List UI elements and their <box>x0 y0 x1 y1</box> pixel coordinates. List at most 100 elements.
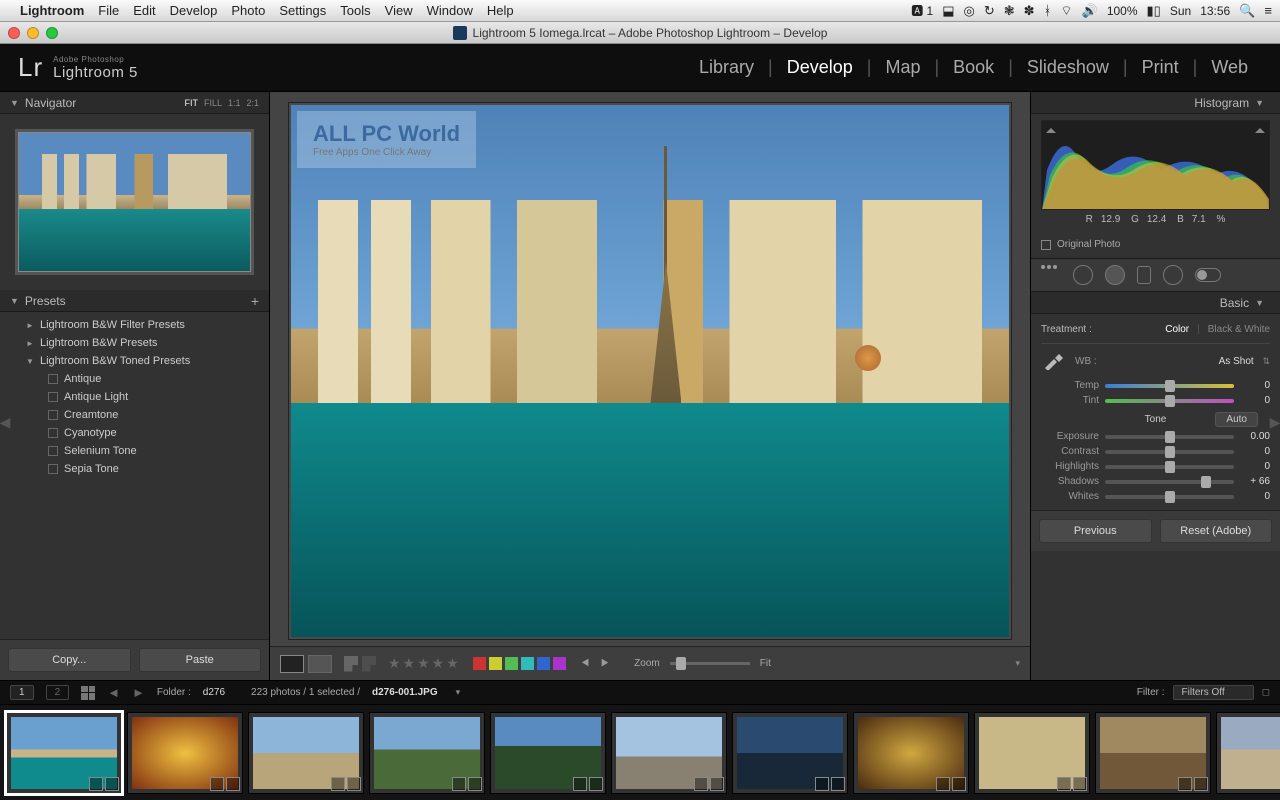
filmstrip[interactable] <box>0 704 1280 800</box>
disclosure-triangle-icon[interactable]: ▼ <box>10 98 19 108</box>
presets-header[interactable]: ▼ Presets + <box>0 290 269 312</box>
slider-shadows[interactable]: Shadows+ 66 <box>1041 474 1270 489</box>
toolbar-chevron-icon[interactable]: ▾ <box>1015 658 1020 669</box>
thumbnail[interactable] <box>6 712 122 794</box>
volume-icon[interactable]: 🔊 <box>1082 3 1098 19</box>
wb-dropdown[interactable]: As Shot ⇅ <box>1219 356 1270 367</box>
menubar-app-name[interactable]: Lightroom <box>20 3 84 18</box>
thumbnail[interactable] <box>248 712 364 794</box>
preset-group[interactable]: ▼Lightroom B&W Toned Presets <box>0 352 269 370</box>
battery-icon[interactable]: ▮▯ <box>1147 3 1161 19</box>
close-window-button[interactable] <box>8 27 20 39</box>
current-filename[interactable]: d276-001.JPG <box>372 687 438 698</box>
menu-view[interactable]: View <box>385 3 413 18</box>
adobe-badge-icon[interactable]: 🅰 1 <box>911 2 933 19</box>
zoom-window-button[interactable] <box>46 27 58 39</box>
notifications-icon[interactable]: ≡ <box>1264 3 1272 18</box>
slider-exposure[interactable]: Exposure0.00 <box>1041 429 1270 444</box>
treatment-color[interactable]: Color <box>1165 324 1189 335</box>
radial-filter-icon[interactable] <box>1163 265 1183 285</box>
minimize-window-button[interactable] <box>27 27 39 39</box>
original-photo-checkbox[interactable]: Original Photo <box>1031 235 1280 258</box>
thumbnail[interactable] <box>369 712 485 794</box>
preset-group[interactable]: ►Lightroom B&W Presets <box>0 334 269 352</box>
folder-value[interactable]: d276 <box>203 687 225 698</box>
next-photo-arrow[interactable]: ⯈ <box>597 655 612 672</box>
disclosure-triangle-icon[interactable]: ▼ <box>1255 298 1264 308</box>
slider-temp[interactable]: Temp0 <box>1041 378 1270 393</box>
filter-lock-icon[interactable]: ◻ <box>1262 687 1270 698</box>
module-slideshow[interactable]: Slideshow <box>1013 57 1123 78</box>
forward-arrow-icon[interactable]: ► <box>132 685 145 700</box>
loupe-view-button[interactable] <box>280 655 304 673</box>
disclosure-triangle-icon[interactable]: ▼ <box>1255 98 1264 108</box>
zoom-FIT[interactable]: FIT <box>184 98 198 108</box>
histogram-display[interactable] <box>1041 120 1270 210</box>
rating-stars[interactable]: ★★★★★ <box>388 655 461 672</box>
menu-develop[interactable]: Develop <box>170 3 218 18</box>
color-label-chip[interactable] <box>473 657 486 670</box>
spot-removal-icon[interactable] <box>1073 265 1093 285</box>
photo-canvas[interactable]: ALL PC World Free Apps One Click Away <box>288 102 1012 640</box>
pick-flag-icon[interactable] <box>344 656 358 672</box>
prev-photo-arrow[interactable]: ⯇ <box>578 655 593 672</box>
module-library[interactable]: Library <box>685 57 768 78</box>
auto-tone-button[interactable]: Auto <box>1215 412 1258 427</box>
reset-button[interactable]: Reset (Adobe) <box>1160 519 1273 543</box>
preset-group[interactable]: ►Lightroom B&W Filter Presets <box>0 316 269 334</box>
menubar-day[interactable]: Sun <box>1170 4 1191 18</box>
zoom-FILL[interactable]: FILL <box>204 98 222 108</box>
spotlight-icon[interactable]: 🔍 <box>1239 3 1255 19</box>
preset-item[interactable]: Antique Light <box>0 388 269 406</box>
zoom-slider[interactable]: Zoom Fit <box>634 658 771 669</box>
menubar-time[interactable]: 13:56 <box>1200 4 1230 18</box>
preset-item[interactable]: Selenium Tone <box>0 442 269 460</box>
crop-tool-icon[interactable] <box>1041 265 1061 285</box>
color-label-chip[interactable] <box>553 657 566 670</box>
wifi-icon[interactable]: ⌔ <box>1060 3 1072 19</box>
zoom-2-1[interactable]: 2:1 <box>246 98 259 108</box>
color-label-chip[interactable] <box>537 657 550 670</box>
preset-item[interactable]: Cyanotype <box>0 424 269 442</box>
slider-contrast[interactable]: Contrast0 <box>1041 444 1270 459</box>
preset-item[interactable]: Creamtone <box>0 406 269 424</box>
thumbnail[interactable] <box>127 712 243 794</box>
filter-dropdown[interactable]: Filters Off <box>1173 685 1254 700</box>
monitor-1-button[interactable]: 1 <box>10 685 34 700</box>
color-label-chip[interactable] <box>505 657 518 670</box>
treatment-bw[interactable]: Black & White <box>1208 324 1270 335</box>
thumbnail[interactable] <box>1216 712 1280 794</box>
preset-item[interactable]: Sepia Tone <box>0 460 269 478</box>
monitor-2-button[interactable]: 2 <box>46 685 70 700</box>
redeye-tool-icon[interactable] <box>1105 265 1125 285</box>
before-after-button[interactable] <box>308 655 332 673</box>
eyedropper-icon[interactable] <box>1041 352 1067 370</box>
thumbnail[interactable] <box>732 712 848 794</box>
slider-whites[interactable]: Whites0 <box>1041 489 1270 504</box>
dropbox-icon[interactable]: ⬓ <box>942 3 954 19</box>
navigator-header[interactable]: ▼ Navigator FITFILL1:12:1 <box>0 92 269 114</box>
thumbnail[interactable] <box>974 712 1090 794</box>
thumbnail[interactable] <box>853 712 969 794</box>
color-label-chip[interactable] <box>521 657 534 670</box>
module-develop[interactable]: Develop <box>773 57 867 78</box>
zoom-1-1[interactable]: 1:1 <box>228 98 241 108</box>
module-print[interactable]: Print <box>1128 57 1193 78</box>
filename-chevron-icon[interactable]: ▾ <box>456 687 461 698</box>
paste-button[interactable]: Paste <box>139 648 262 672</box>
module-book[interactable]: Book <box>939 57 1008 78</box>
module-map[interactable]: Map <box>871 57 934 78</box>
left-panel-toggle[interactable]: ◀ <box>0 408 10 436</box>
disclosure-triangle-icon[interactable]: ▼ <box>10 296 19 306</box>
thumbnail[interactable] <box>490 712 606 794</box>
menu-window[interactable]: Window <box>427 3 473 18</box>
creative-cloud-icon[interactable]: ◎ <box>964 3 975 19</box>
adjustment-brush-icon[interactable] <box>1195 268 1221 282</box>
color-label-chip[interactable] <box>489 657 502 670</box>
menu-edit[interactable]: Edit <box>133 3 155 18</box>
evernote-icon[interactable]: ❃ <box>1004 3 1015 19</box>
grid-view-icon[interactable] <box>81 686 95 700</box>
basic-header[interactable]: Basic ▼ <box>1031 292 1280 314</box>
menu-settings[interactable]: Settings <box>279 3 326 18</box>
back-arrow-icon[interactable]: ◄ <box>107 685 120 700</box>
